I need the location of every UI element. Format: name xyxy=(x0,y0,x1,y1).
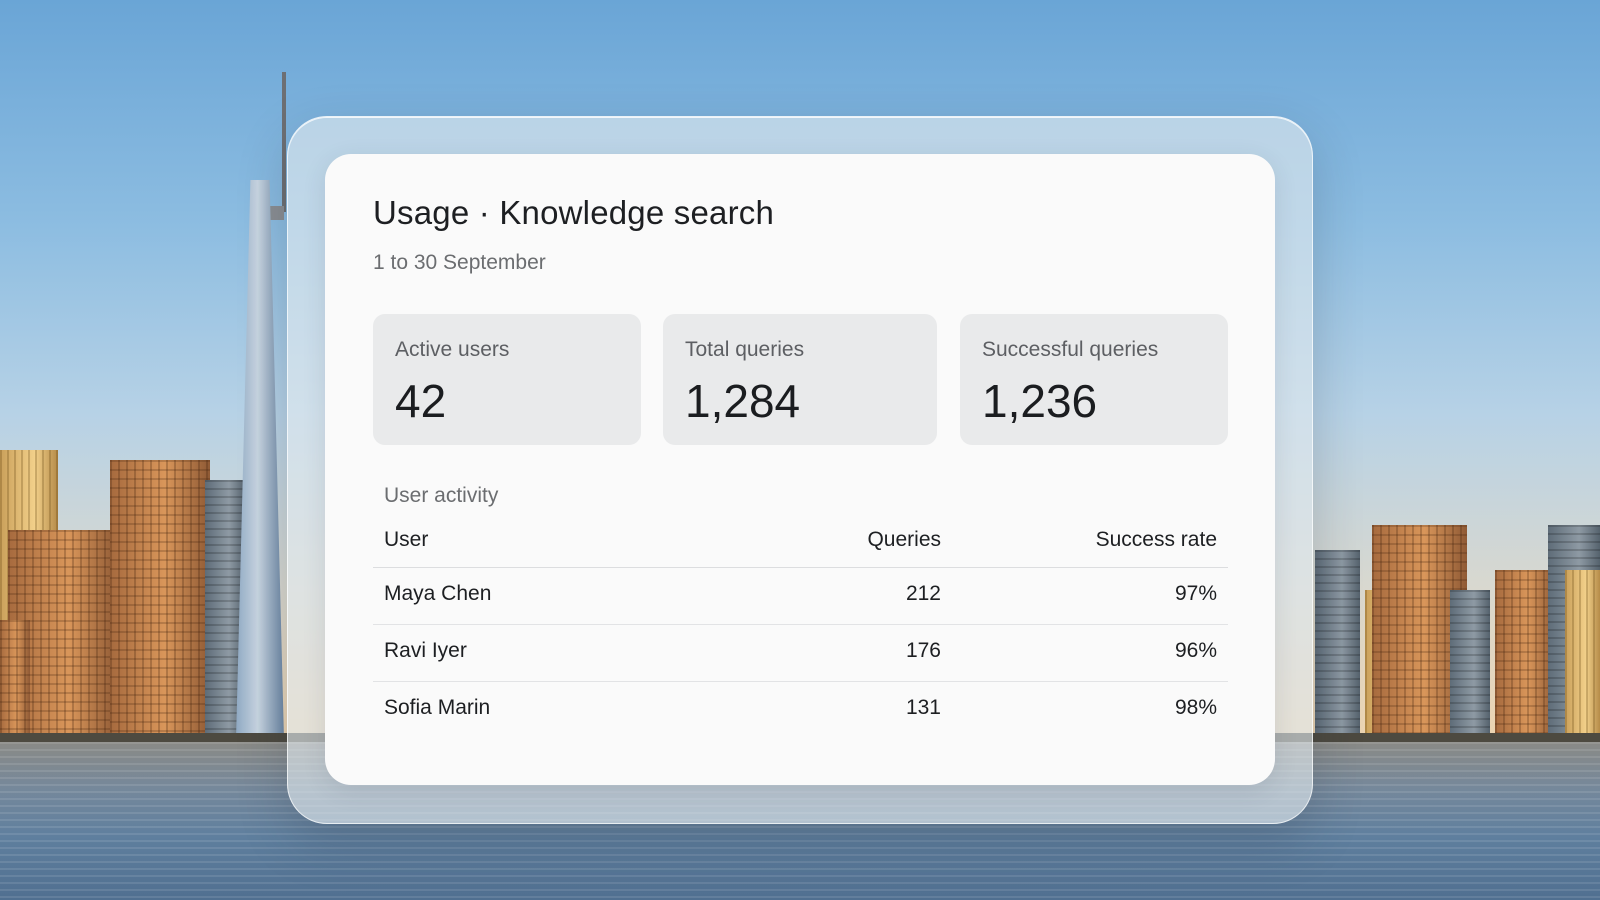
stat-value: 1,284 xyxy=(685,375,801,427)
card-title: Usage · Knowledge search xyxy=(373,194,775,231)
stat-active-users: Active users 42 xyxy=(373,314,641,445)
section-title: User activity xyxy=(384,484,499,507)
cell-user: Ravi Iyer xyxy=(384,639,467,662)
building xyxy=(1450,590,1490,740)
column-header-queries: Queries xyxy=(867,528,941,551)
cell-queries: 131 xyxy=(905,696,941,719)
stat-total-queries: Total queries 1,284 xyxy=(663,314,937,445)
table-row: Maya Chen 212 97% xyxy=(373,568,1228,625)
stat-successful-queries: Successful queries 1,236 xyxy=(960,314,1228,445)
stat-value: 1,236 xyxy=(982,375,1098,427)
building xyxy=(110,460,210,740)
cell-queries: 212 xyxy=(905,582,941,605)
cell-user: Sofia Marin xyxy=(384,696,491,719)
cell-success-rate: 96% xyxy=(1174,639,1217,662)
usage-card: Usage · Knowledge search 1 to 30 Septemb… xyxy=(325,154,1275,785)
stat-label: Successful queries xyxy=(982,338,1159,361)
column-header-success-rate: Success rate xyxy=(1095,528,1217,551)
building xyxy=(1565,570,1600,740)
table-header: User Queries Success rate xyxy=(373,522,1228,568)
date-range: 1 to 30 September xyxy=(373,251,546,274)
table-row: Ravi Iyer 176 96% xyxy=(373,625,1228,682)
user-activity-table: User Queries Success rate Maya Chen 212 … xyxy=(373,522,1228,739)
cell-user: Maya Chen xyxy=(384,582,492,605)
table-row: Sofia Marin 131 98% xyxy=(373,682,1228,739)
column-header-user: User xyxy=(384,528,429,551)
stat-value: 42 xyxy=(395,375,447,427)
cell-success-rate: 97% xyxy=(1174,582,1217,605)
building xyxy=(1495,570,1555,740)
building xyxy=(1315,550,1360,740)
stat-label: Active users xyxy=(395,338,510,361)
tower-spire xyxy=(282,72,286,212)
cell-success-rate: 98% xyxy=(1174,696,1217,719)
stat-label: Total queries xyxy=(685,338,805,361)
cell-queries: 176 xyxy=(905,639,941,662)
building xyxy=(0,620,30,740)
